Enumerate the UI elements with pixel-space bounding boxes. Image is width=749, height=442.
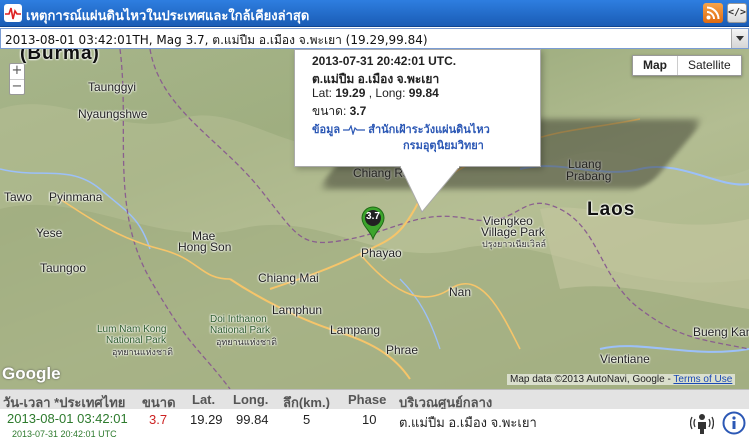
map-attribution: Map data ©2013 AutoNavi, Google - Terms … xyxy=(507,374,736,385)
col-lat: Lat. xyxy=(192,392,216,407)
google-logo[interactable]: Google xyxy=(2,364,61,384)
map-label-chiang-mai: Chiang Mai xyxy=(258,271,319,285)
app-header: เหตุการณ์แผ่นดินไหวในประเทศและใกล้เคียงล… xyxy=(0,0,749,27)
map-label-phayao: Phayao xyxy=(361,246,402,260)
cell-long: 99.84 xyxy=(236,412,269,427)
map-label-viengkeo-thai: ปรุงยาวเนียเวิลล์ xyxy=(482,239,546,249)
info-magnitude: ขนาด: 3.7 xyxy=(312,104,367,118)
map-label-doi-inthanon: Doi Inthanon xyxy=(210,314,267,325)
map-label-hong-son: Hong Son xyxy=(178,240,232,254)
zoom-out-button[interactable]: − xyxy=(10,79,24,94)
map-type-map-button[interactable]: Map xyxy=(633,56,677,75)
rss-icon[interactable] xyxy=(703,3,723,23)
page-title: เหตุการณ์แผ่นดินไหวในประเทศและใกล้เคียงล… xyxy=(26,9,310,24)
table-row[interactable]: 2013-08-01 03:42:01 2013-07-31 20:42:01 … xyxy=(0,409,749,442)
map-label-phrae: Phrae xyxy=(386,343,419,357)
map-label-tawo: Tawo xyxy=(4,190,33,204)
cell-phase: 10 xyxy=(362,412,377,427)
zoom-in-button[interactable]: + xyxy=(10,64,24,79)
info-window-tail xyxy=(400,166,460,213)
chevron-down-icon[interactable] xyxy=(731,29,748,48)
cell-datetime-utc: 2013-07-31 20:42:01 UTC xyxy=(12,429,117,439)
zoom-control: + − xyxy=(9,63,25,95)
event-select[interactable]: 2013-08-01 03:42:01TH, Mag 3.7, ต.แม่ปืม… xyxy=(0,28,749,49)
embed-code-icon[interactable]: </> xyxy=(727,3,747,23)
map-label-taunggyi: Taunggyi xyxy=(88,80,137,94)
marker-magnitude: 3.7 xyxy=(366,211,380,222)
map-canvas[interactable]: + − (Burma) Taunggyi Nyaungshwe Tawo Pyi… xyxy=(0,49,749,389)
map-type-satellite-button[interactable]: Satellite xyxy=(677,56,741,75)
col-phase: Phase xyxy=(348,392,387,407)
info-window: 2013-07-31 20:42:01 UTC. ต.แม่ปืม อ.เมือ… xyxy=(294,49,541,213)
map-label-bueng-kan: Bueng Kan xyxy=(693,325,749,339)
cell-lat: 19.29 xyxy=(190,412,223,427)
map-label-pyinmana: Pyinmana xyxy=(49,190,103,204)
map-label-vientiane: Vientiane xyxy=(600,352,650,366)
info-source-dept[interactable]: กรมอุตุนิยมวิทยา xyxy=(403,136,484,154)
info-icon[interactable] xyxy=(722,411,746,435)
map-label-lum-nam-kong: Lum Nam Kong xyxy=(97,324,167,335)
seismograph-icon xyxy=(343,124,366,137)
map-type-control: Map Satellite xyxy=(632,55,742,76)
info-datetime: 2013-07-31 20:42:01 UTC. xyxy=(312,54,457,68)
map-label-lum-np: National Park xyxy=(106,335,167,346)
map-label-laos: Laos xyxy=(587,199,636,220)
map-label-nyaungshwe: Nyaungshwe xyxy=(78,107,148,121)
table-header: วัน-เวลา *ประเทศไทย ขนาด Lat. Long. ลึก(… xyxy=(0,389,749,410)
cell-mag: 3.7 xyxy=(149,412,168,427)
cell-area: ต.แม่ปืม อ.เมือง จ.พะเยา xyxy=(399,415,537,430)
map-label-lampang: Lampang xyxy=(330,323,381,337)
cell-depth: 5 xyxy=(303,412,311,427)
terms-of-use-link[interactable]: Terms of Use xyxy=(673,374,732,385)
cell-datetime-th: 2013-08-01 03:42:01 xyxy=(7,411,128,426)
map-label-doi-thai: อุทยานแห่งชาติ xyxy=(216,337,277,347)
map-label-burma: (Burma) xyxy=(20,49,100,64)
info-coords: Lat: 19.29 , Long: 99.84 xyxy=(312,86,439,100)
earthquake-logo-icon xyxy=(4,4,22,22)
map-label-doi-np: National Park xyxy=(210,325,271,336)
map-label-taungoo: Taungoo xyxy=(40,261,87,275)
map-label-lamphun: Lamphun xyxy=(272,303,323,317)
map-label-yese: Yese xyxy=(36,226,63,240)
earthquake-marker[interactable]: 3.7 xyxy=(361,206,385,241)
map-label-nan: Nan xyxy=(449,285,472,299)
event-select-value: 2013-08-01 03:42:01TH, Mag 3.7, ต.แม่ปืม… xyxy=(5,33,428,47)
col-long: Long. xyxy=(233,392,269,407)
map-label-lum-thai: อุทยานแห่งชาติ xyxy=(112,347,173,357)
felt-report-icon[interactable] xyxy=(690,411,714,435)
